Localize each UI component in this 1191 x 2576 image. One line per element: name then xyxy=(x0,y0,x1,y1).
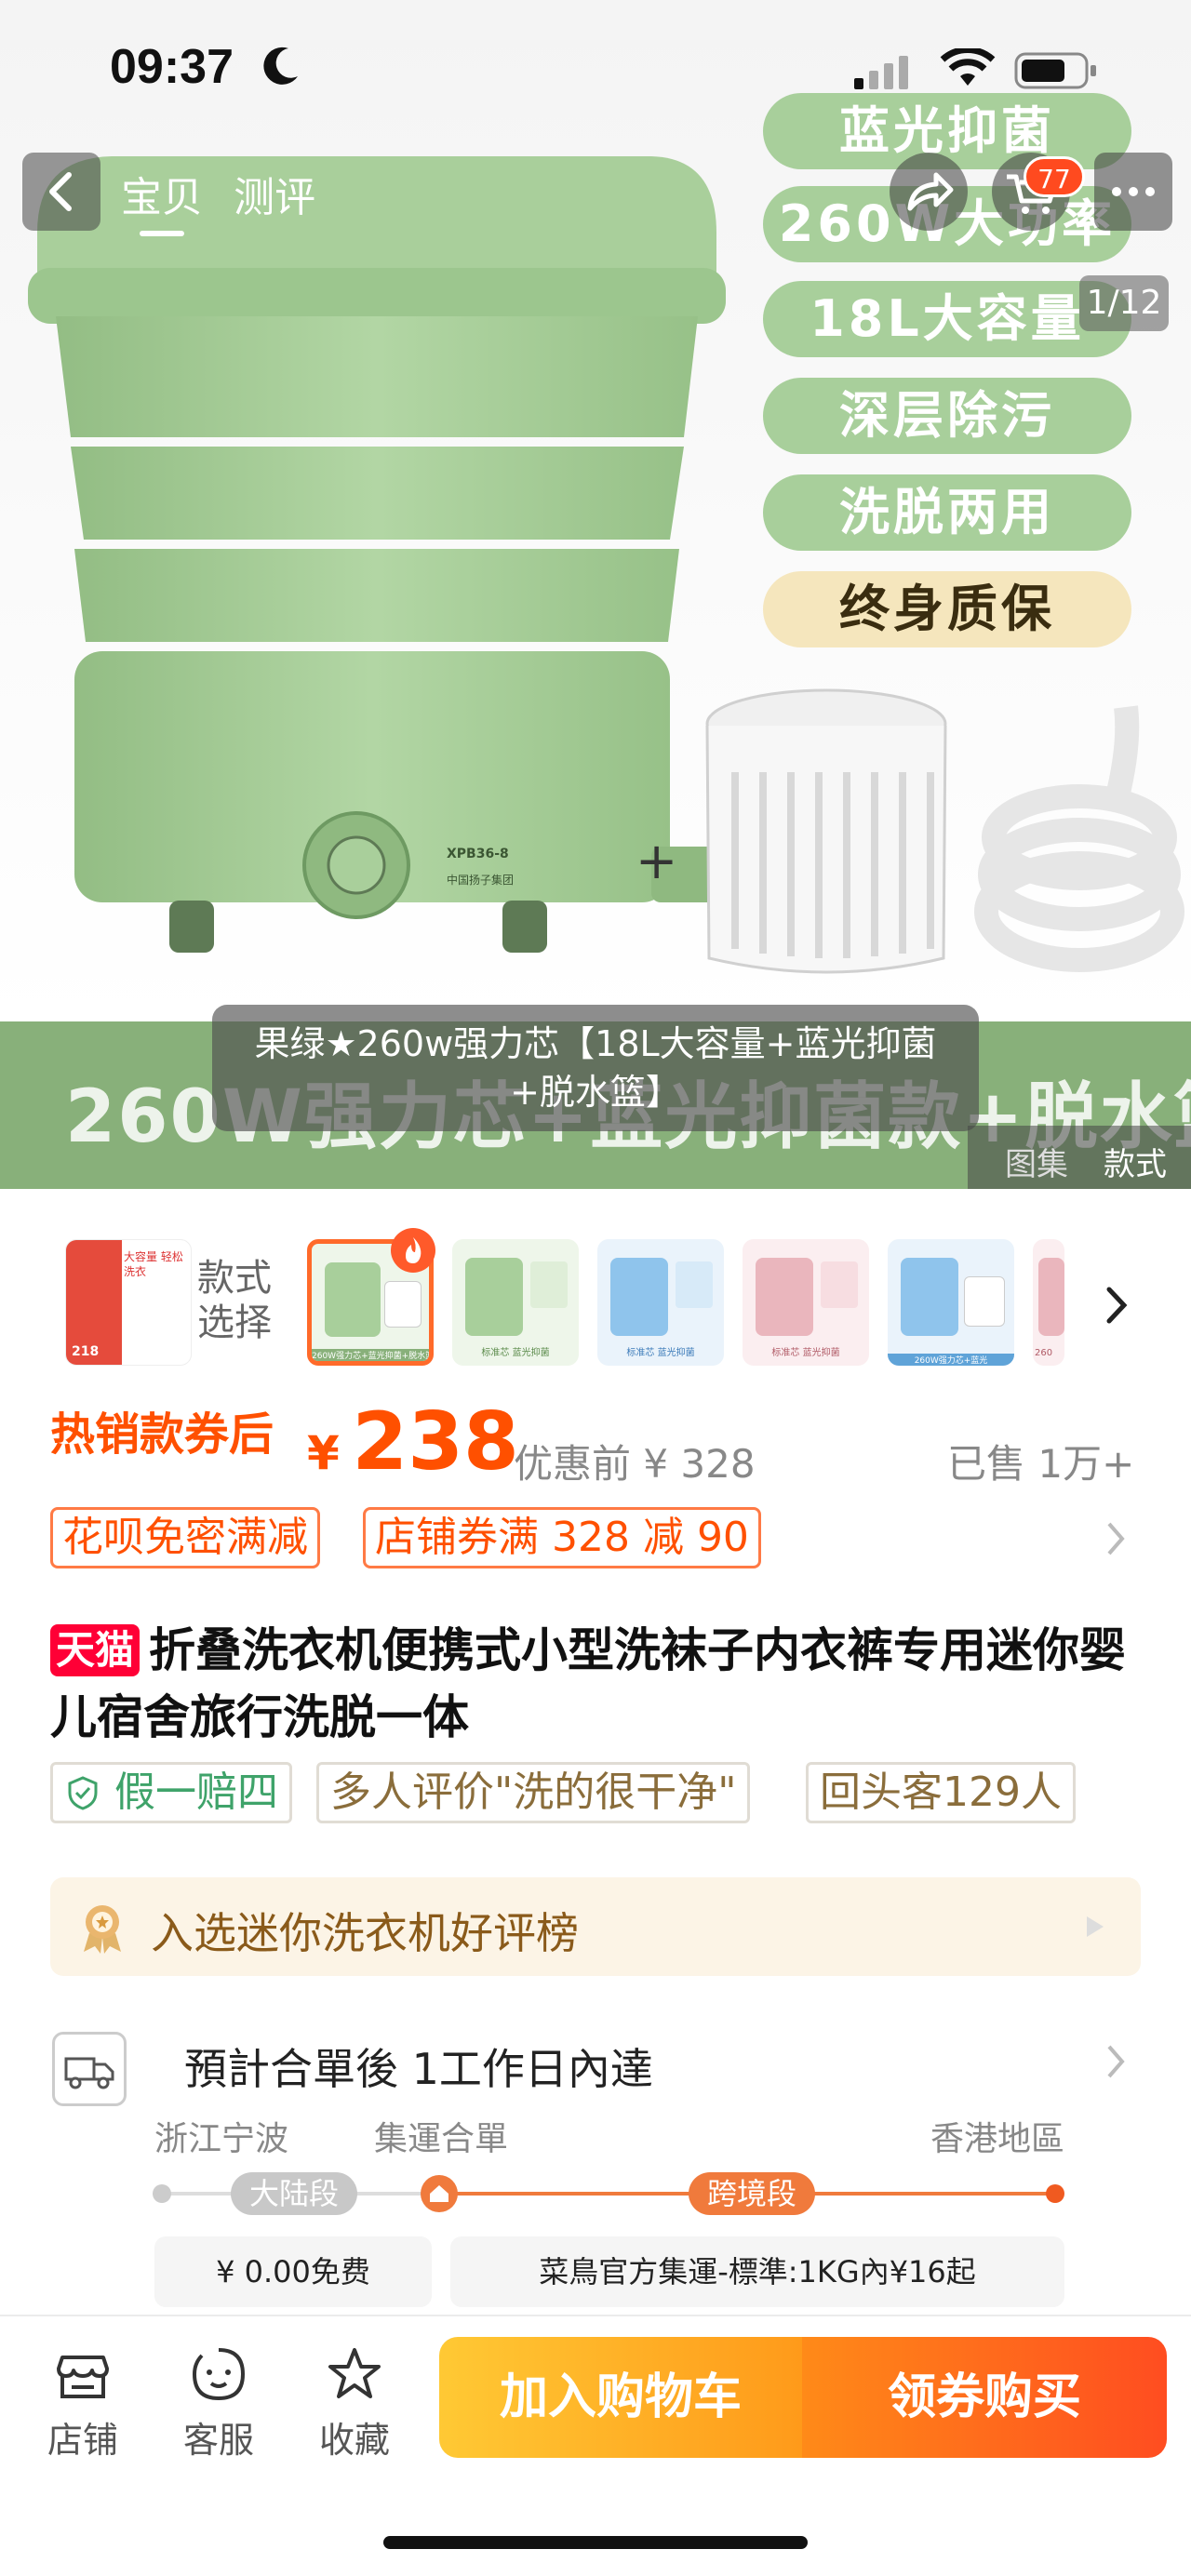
warehouse-icon xyxy=(430,2185,448,2202)
machine-model-label: XPB36-8 xyxy=(447,847,509,861)
more-dots-icon xyxy=(1112,187,1155,196)
route-destination: 香港地區 xyxy=(930,2120,1065,2158)
review-tag[interactable]: 多人评价"洗的很干净" xyxy=(316,1762,751,1823)
route-node-hub xyxy=(421,2175,458,2212)
more-button[interactable] xyxy=(1094,153,1172,231)
ranking-text: 入选迷你洗衣机好评榜 xyxy=(151,1908,579,1958)
price-amount: 238 xyxy=(352,1395,519,1488)
star-icon xyxy=(328,2348,381,2398)
top-tabs: 宝贝 测评 xyxy=(121,164,341,236)
feature-pill: 深层除污 xyxy=(763,378,1131,454)
cellular-signal-icon xyxy=(854,56,908,89)
customer-service-button[interactable]: 客服 xyxy=(167,2344,270,2463)
product-title: 折叠洗衣机便携式小型洗袜子内衣裤专用迷你婴儿宿舍旅行洗脱一体 xyxy=(50,1623,1127,1744)
truck-icon xyxy=(64,2057,114,2089)
variant-thumb-poster[interactable]: 大容量 轻松洗衣 218 xyxy=(65,1239,192,1366)
price: ¥ 238 xyxy=(307,1395,519,1488)
tab-styles[interactable]: 款式 xyxy=(1104,1139,1167,1184)
variant-thumb[interactable]: 标准芯 蓝光抑菌 xyxy=(743,1239,869,1366)
tab-product[interactable]: 宝贝 xyxy=(121,164,203,236)
original-price: 优惠前 ¥ 328 xyxy=(514,1441,756,1487)
chevron-left-icon xyxy=(49,172,72,211)
wifi-icon xyxy=(940,48,996,86)
share-button[interactable] xyxy=(890,153,968,231)
variant-caption: 果绿★260w强力芯【18L大容量+蓝光抑菌+脱水篮】 xyxy=(212,1005,979,1131)
tab-gallery[interactable]: 图集 xyxy=(1005,1139,1068,1184)
shield-check-icon xyxy=(68,1776,98,1810)
delivery-box xyxy=(52,2032,127,2106)
repeat-customer-tag[interactable]: 回头客129人 xyxy=(806,1762,1076,1823)
chevron-right-icon[interactable] xyxy=(1098,1282,1135,1328)
delivery-estimate[interactable]: 預計合單後 1工作日內達 xyxy=(184,2035,653,2097)
segment-cross-border: 跨境段 xyxy=(689,2172,816,2215)
variant-label: 款式选择 xyxy=(197,1257,272,1344)
cart-count-badge: 77 xyxy=(1024,156,1085,197)
variant-thumb[interactable]: 标准芯 蓝光抑菌 xyxy=(597,1239,724,1366)
route-node-destination xyxy=(1046,2184,1064,2203)
variant-thumb-partial[interactable]: 260 xyxy=(1033,1239,1064,1366)
status-bar: 09:37 xyxy=(0,35,1191,110)
machine-brand-label: 中国扬子集团 xyxy=(447,873,514,887)
status-time: 09:37 xyxy=(110,40,234,94)
back-button[interactable] xyxy=(22,153,100,231)
fee-cross-border: 菜鳥官方集運-標準:1KG內¥16起 xyxy=(450,2236,1064,2307)
route-hub: 集運合單 xyxy=(374,2120,509,2158)
chevron-right-icon[interactable] xyxy=(1102,1518,1130,1559)
plus-sign: + xyxy=(636,832,677,890)
route-node-origin xyxy=(153,2184,171,2203)
currency-symbol: ¥ xyxy=(307,1426,340,1480)
tab-review[interactable]: 测评 xyxy=(234,164,315,223)
variant-selector: 大容量 轻松洗衣 218 款式选择 260W强力芯+蓝光抑菌+脱水篮 标准芯 蓝… xyxy=(0,1189,1191,1394)
image-counter: 1/12 xyxy=(1079,275,1169,331)
medal-icon xyxy=(84,1905,121,1954)
fee-mainland: ¥ 0.00免费 xyxy=(154,2236,432,2307)
variant-thumb[interactable]: 标准芯 蓝光抑菌 xyxy=(452,1239,579,1366)
product-gallery[interactable]: XPB36-8 中国扬子集团 + 蓝光抑菌 260W大功率 18L大容量 深层除… xyxy=(0,0,1191,1189)
variant-thumb[interactable]: 260W强力芯+蓝光 xyxy=(888,1239,1014,1366)
buy-with-coupon-button[interactable]: 领券购买 xyxy=(802,2337,1167,2458)
route-origin: 浙江宁波 xyxy=(154,2120,289,2158)
gallery-view-tabs: 图集 款式 xyxy=(968,1126,1191,1189)
sold-count: 已售 1万+ xyxy=(947,1441,1135,1487)
play-arrow-icon xyxy=(1087,1916,1104,1937)
ranking-banner[interactable]: 入选迷你洗衣机好评榜 xyxy=(50,1877,1141,1976)
feature-pill: 洗脱两用 xyxy=(763,474,1131,551)
chevron-right-icon[interactable] xyxy=(1102,2041,1130,2082)
chat-face-icon xyxy=(192,2348,246,2401)
shop-button[interactable]: 店铺 xyxy=(32,2344,134,2463)
feature-pill: 18L大容量 xyxy=(763,281,1131,357)
battery-icon xyxy=(1014,52,1096,89)
hot-icon xyxy=(391,1228,435,1273)
guarantee-tag[interactable]: 假一赔四 xyxy=(50,1762,292,1823)
add-to-cart-button[interactable]: 加入购物车 xyxy=(439,2337,802,2458)
promo-tag[interactable]: 花呗免密满减 xyxy=(50,1507,320,1568)
segment-mainland: 大陆段 xyxy=(231,2172,358,2215)
share-icon xyxy=(907,172,954,211)
tmall-badge: 天猫 xyxy=(50,1624,141,1676)
shop-icon xyxy=(57,2356,109,2398)
promo-tag[interactable]: 店铺券满 328 减 90 xyxy=(363,1507,761,1568)
moon-icon xyxy=(263,47,298,85)
favorite-button[interactable]: 收藏 xyxy=(303,2344,406,2463)
home-indicator xyxy=(383,2536,808,2549)
hot-label: 热销款券后 xyxy=(50,1408,274,1461)
feature-pill: 终身质保 xyxy=(763,571,1131,647)
product-title-block: 天猫 折叠洗衣机便携式小型洗袜子内衣裤专用迷你婴儿宿舍旅行洗脱一体 xyxy=(50,1617,1148,1751)
